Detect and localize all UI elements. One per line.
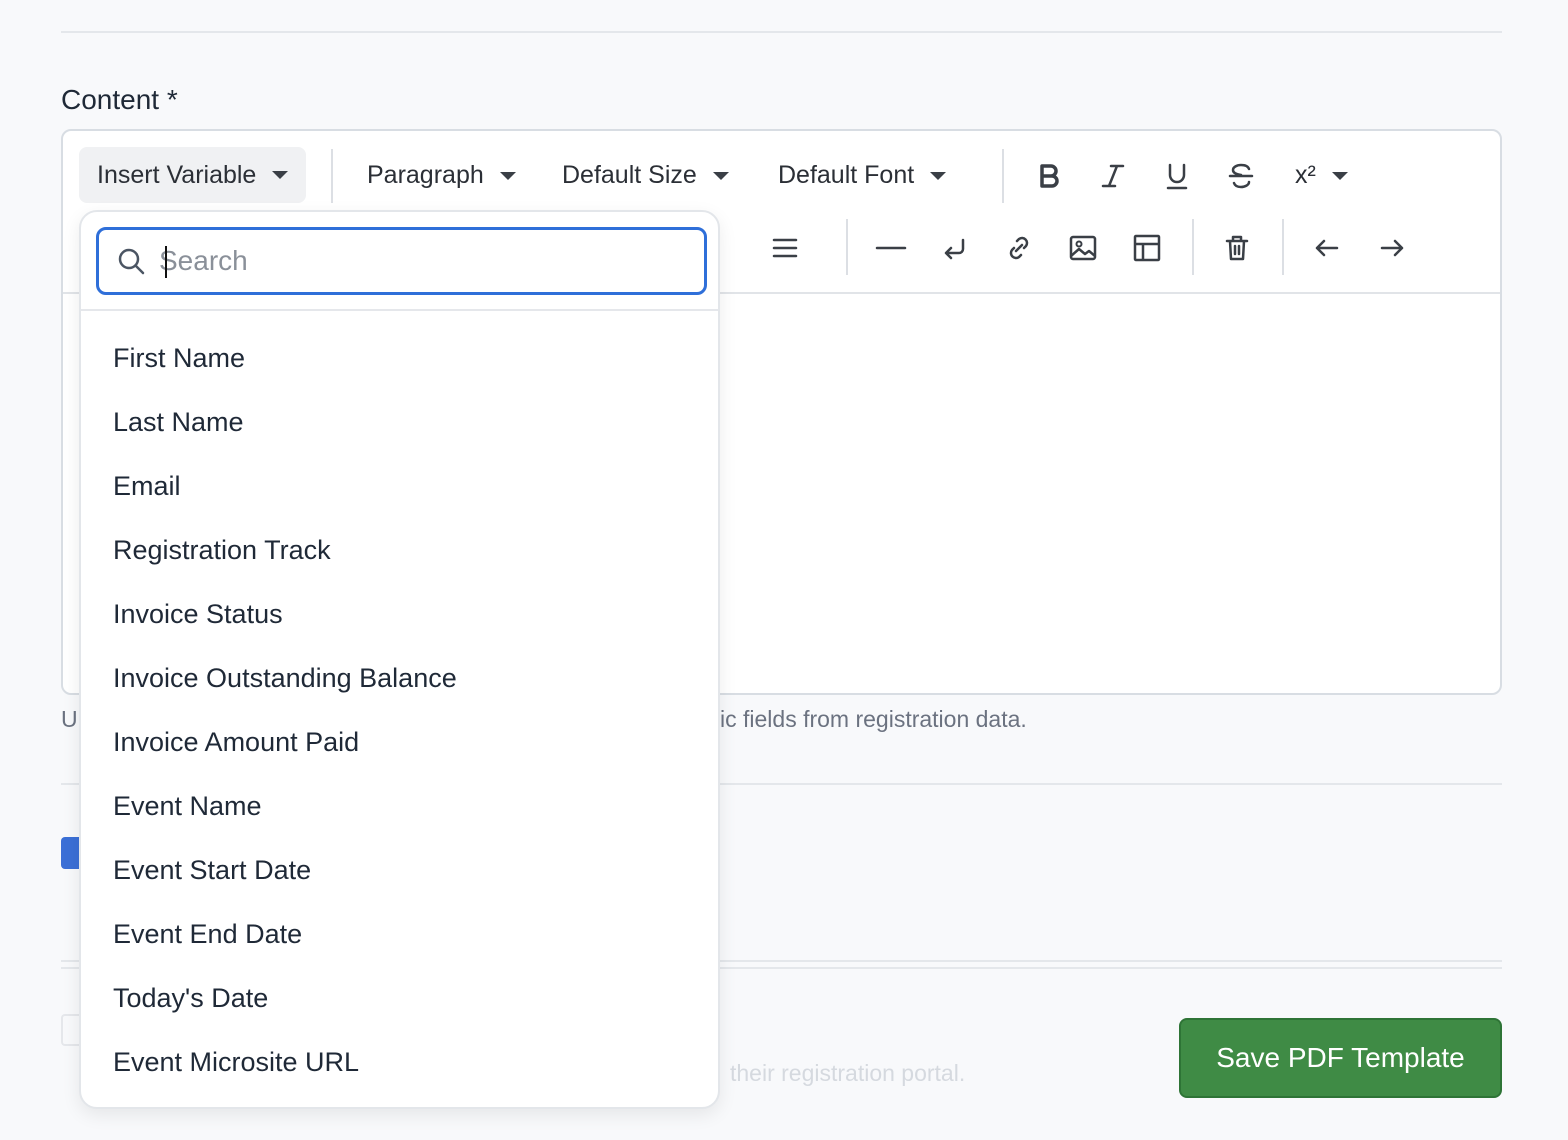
image-button[interactable]: [1063, 228, 1103, 268]
align-justify-button[interactable]: [765, 228, 805, 268]
variable-item-invoice-amount-paid[interactable]: Invoice Amount Paid: [113, 727, 359, 758]
toolbar-separator: [1282, 219, 1284, 275]
chevron-down-icon: [499, 171, 516, 180]
table-button[interactable]: [1127, 228, 1167, 268]
horizontal-rule-button[interactable]: [871, 228, 911, 268]
search-input[interactable]: [159, 245, 659, 277]
insert-variable-dropdown[interactable]: Insert Variable: [79, 147, 307, 203]
helper-text-left: U: [61, 706, 78, 732]
text-cursor: [165, 246, 167, 278]
italic-button[interactable]: [1093, 156, 1133, 196]
variable-item-event-start-date[interactable]: Event Start Date: [113, 855, 311, 886]
insert-variable-menu: First Name Last Name Email Registration …: [79, 210, 720, 1109]
variable-item-invoice-status[interactable]: Invoice Status: [113, 599, 283, 630]
strikethrough-button[interactable]: [1221, 156, 1261, 196]
variable-item-event-microsite-url[interactable]: Event Microsite URL: [113, 1047, 359, 1078]
link-button[interactable]: [999, 228, 1039, 268]
checkbox-unchecked[interactable]: [61, 1014, 79, 1046]
font-family-label: Default Font: [778, 161, 915, 189]
align-justify-icon: [772, 238, 798, 258]
chevron-down-icon: [712, 171, 729, 180]
variable-item-first-name[interactable]: First Name: [113, 343, 245, 374]
strikethrough-icon: [1228, 163, 1254, 189]
chevron-down-icon: [1331, 171, 1348, 180]
variable-item-invoice-outstanding-balance[interactable]: Invoice Outstanding Balance: [113, 663, 457, 694]
bold-icon: [1040, 164, 1059, 188]
variable-item-registration-track[interactable]: Registration Track: [113, 535, 331, 566]
link-icon: [1009, 236, 1029, 260]
search-icon: [118, 248, 145, 275]
variable-item-event-name[interactable]: Event Name: [113, 791, 262, 822]
undo-button[interactable]: [1307, 228, 1347, 268]
font-family-dropdown[interactable]: Default Font: [778, 161, 947, 190]
bold-button[interactable]: [1029, 156, 1069, 196]
image-icon: [1069, 235, 1097, 261]
chevron-down-icon: [930, 171, 947, 180]
chevron-down-icon: [272, 171, 289, 179]
menu-divider: [81, 309, 718, 311]
content-field-label: Content *: [61, 84, 178, 115]
block-format-label: Paragraph: [367, 161, 484, 189]
toolbar-separator: [331, 149, 333, 203]
superscript-label: x²: [1295, 161, 1316, 189]
search-field[interactable]: [96, 227, 707, 295]
trash-icon: [1225, 235, 1249, 261]
toolbar-separator: [1192, 219, 1194, 275]
top-divider: [61, 31, 1502, 33]
line-break-button[interactable]: [935, 228, 975, 268]
block-format-dropdown[interactable]: Paragraph: [367, 161, 516, 190]
variable-item-todays-date[interactable]: Today's Date: [113, 983, 268, 1014]
clear-formatting-button[interactable]: [1217, 228, 1257, 268]
variable-item-email[interactable]: Email: [113, 471, 181, 502]
arrow-left-icon: [1315, 239, 1339, 257]
superscript-dropdown[interactable]: x²: [1295, 161, 1348, 190]
toolbar-separator: [1002, 149, 1004, 203]
horizontal-rule-icon: [875, 246, 907, 250]
arrow-right-icon: [1380, 239, 1404, 257]
redo-button[interactable]: [1372, 228, 1412, 268]
faded-helper-text: their registration portal.: [730, 1060, 966, 1086]
underline-button[interactable]: [1157, 156, 1197, 196]
italic-icon: [1101, 164, 1125, 188]
insert-variable-label: Insert Variable: [97, 160, 257, 189]
toolbar-separator: [846, 219, 848, 275]
underline-icon: [1166, 163, 1188, 190]
checkbox-checked[interactable]: [61, 837, 79, 869]
variable-item-event-end-date[interactable]: Event End Date: [113, 919, 302, 950]
font-size-dropdown[interactable]: Default Size: [562, 161, 729, 190]
table-icon: [1133, 234, 1161, 262]
variable-item-last-name[interactable]: Last Name: [113, 407, 244, 438]
line-break-icon: [944, 238, 965, 260]
font-size-label: Default Size: [562, 161, 697, 189]
save-pdf-template-button[interactable]: Save PDF Template: [1179, 1018, 1502, 1098]
helper-text: ic fields from registration data.: [720, 706, 1027, 732]
